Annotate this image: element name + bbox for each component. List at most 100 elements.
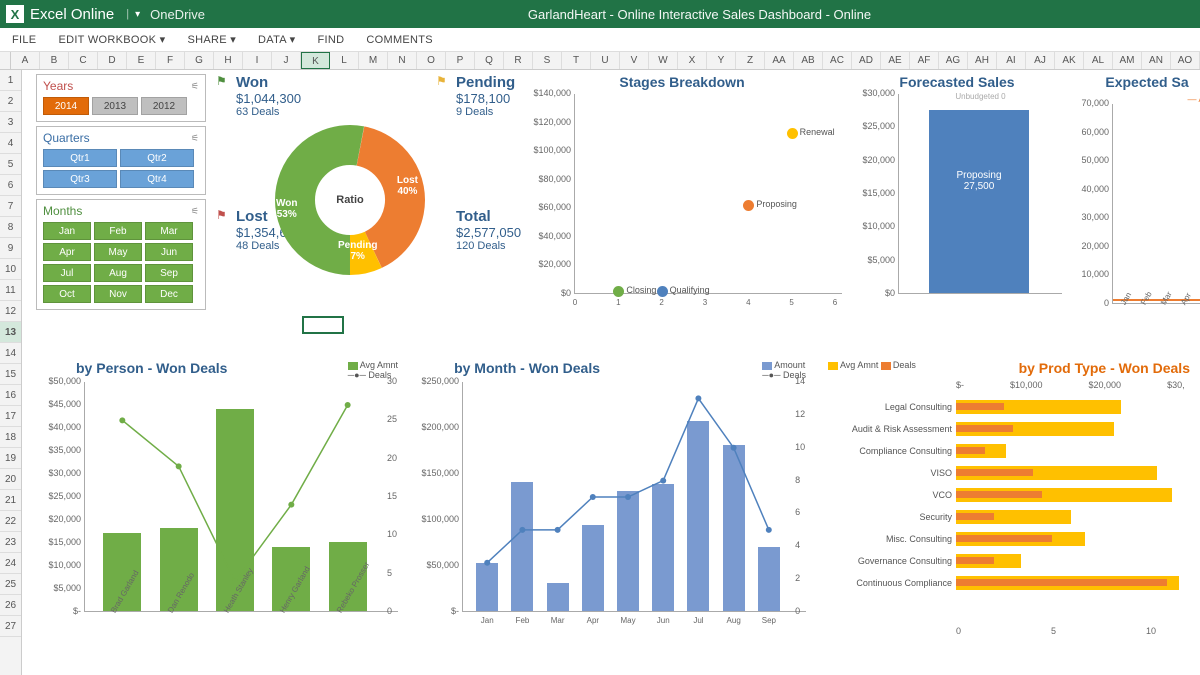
- slicer-item[interactable]: Feb: [94, 222, 142, 240]
- filter-icon[interactable]: ⚟: [191, 133, 199, 144]
- active-cell-selection[interactable]: [302, 316, 344, 334]
- slicer-item[interactable]: Nov: [94, 285, 142, 303]
- column-header[interactable]: M: [359, 52, 388, 69]
- row-header[interactable]: 16: [0, 385, 21, 406]
- row-header[interactable]: 2: [0, 91, 21, 112]
- filter-icon[interactable]: ⚟: [191, 206, 199, 217]
- row-header[interactable]: 8: [0, 217, 21, 238]
- row-header[interactable]: 24: [0, 553, 21, 574]
- column-header[interactable]: AD: [852, 52, 881, 69]
- column-header[interactable]: AC: [823, 52, 852, 69]
- chart-expected-sales[interactable]: Expected Sa — Amou 010,00020,00030,00040…: [1072, 74, 1200, 334]
- row-header[interactable]: 3: [0, 112, 21, 133]
- chart-forecasted-sales[interactable]: Forecasted Sales Unbudgeted 0 Proposing2…: [852, 74, 1062, 334]
- menu-share[interactable]: SHARE ▾: [187, 33, 236, 46]
- slicer-item[interactable]: Aug: [94, 264, 142, 282]
- menu-find[interactable]: FIND: [318, 34, 345, 46]
- column-header[interactable]: AH: [968, 52, 997, 69]
- filter-icon[interactable]: ⚟: [191, 81, 199, 92]
- row-header[interactable]: 12: [0, 301, 21, 322]
- worksheet-canvas[interactable]: Years⚟ 201420132012 Quarters⚟ Qtr1Qtr2Qt…: [22, 70, 1200, 675]
- column-header[interactable]: Y: [707, 52, 736, 69]
- slicer-item[interactable]: Jun: [145, 243, 193, 261]
- menu-edit-workbook[interactable]: EDIT WORKBOOK ▾: [58, 33, 165, 46]
- column-header[interactable]: F: [156, 52, 185, 69]
- row-header[interactable]: 6: [0, 175, 21, 196]
- column-header[interactable]: H: [214, 52, 243, 69]
- menu-file[interactable]: FILE: [12, 34, 36, 46]
- row-header[interactable]: 1: [0, 70, 21, 91]
- row-header[interactable]: 10: [0, 259, 21, 280]
- column-header[interactable]: B: [40, 52, 69, 69]
- row-header[interactable]: 9: [0, 238, 21, 259]
- column-header[interactable]: AE: [881, 52, 910, 69]
- menu-comments[interactable]: COMMENTS: [366, 34, 433, 46]
- chart-by-month[interactable]: by Month - Won Deals Amount─●─ Deals $-$…: [414, 360, 812, 660]
- slicer-item[interactable]: Apr: [43, 243, 91, 261]
- slicer-item[interactable]: May: [94, 243, 142, 261]
- column-header[interactable]: I: [243, 52, 272, 69]
- column-header[interactable]: O: [417, 52, 446, 69]
- row-header[interactable]: 27: [0, 616, 21, 637]
- column-header[interactable]: X: [678, 52, 707, 69]
- column-header[interactable]: N: [388, 52, 417, 69]
- row-header[interactable]: 19: [0, 448, 21, 469]
- column-header[interactable]: G: [185, 52, 214, 69]
- column-header[interactable]: L: [330, 52, 359, 69]
- column-header[interactable]: V: [620, 52, 649, 69]
- chart-stages-breakdown[interactable]: Stages Breakdown $0$20,000$40,000$60,000…: [522, 74, 842, 334]
- row-header[interactable]: 22: [0, 511, 21, 532]
- column-header[interactable]: A: [11, 52, 40, 69]
- row-header[interactable]: 5: [0, 154, 21, 175]
- row-header[interactable]: 23: [0, 532, 21, 553]
- column-header[interactable]: AI: [997, 52, 1026, 69]
- location-breadcrumb[interactable]: OneDrive: [150, 7, 205, 22]
- chart-by-person[interactable]: by Person - Won Deals Avg Amnt─●─ Deals …: [36, 360, 404, 660]
- slicer-item[interactable]: Qtr1: [43, 149, 117, 167]
- column-header[interactable]: K: [301, 52, 330, 69]
- chevron-down-icon[interactable]: ▾: [135, 9, 140, 20]
- column-header[interactable]: T: [562, 52, 591, 69]
- row-header[interactable]: 4: [0, 133, 21, 154]
- row-header[interactable]: 7: [0, 196, 21, 217]
- column-header[interactable]: W: [649, 52, 678, 69]
- row-header[interactable]: 26: [0, 595, 21, 616]
- slicer-item[interactable]: 2014: [43, 97, 89, 115]
- chart-by-prod-type[interactable]: Avg Amnt Deals by Prod Type - Won Deals …: [822, 360, 1200, 660]
- column-header[interactable]: P: [446, 52, 475, 69]
- slicer-item[interactable]: Qtr3: [43, 170, 117, 188]
- select-all-cell[interactable]: [0, 52, 11, 69]
- menu-data[interactable]: DATA ▾: [258, 33, 295, 46]
- column-header[interactable]: U: [591, 52, 620, 69]
- slicer-item[interactable]: Jul: [43, 264, 91, 282]
- column-header[interactable]: J: [272, 52, 301, 69]
- column-header[interactable]: S: [533, 52, 562, 69]
- column-header[interactable]: AK: [1055, 52, 1084, 69]
- column-header[interactable]: AF: [910, 52, 939, 69]
- column-header[interactable]: AN: [1142, 52, 1171, 69]
- slicer-item[interactable]: Sep: [145, 264, 193, 282]
- slicer-item[interactable]: Qtr2: [120, 149, 194, 167]
- column-header[interactable]: AA: [765, 52, 794, 69]
- column-header[interactable]: Q: [475, 52, 504, 69]
- chart-ratio-donut[interactable]: Ratio Won53% Lost40% Pending7%: [270, 120, 430, 280]
- column-header[interactable]: Z: [736, 52, 765, 69]
- column-header[interactable]: AL: [1084, 52, 1113, 69]
- column-header[interactable]: AO: [1171, 52, 1200, 69]
- row-header[interactable]: 14: [0, 343, 21, 364]
- column-header[interactable]: C: [69, 52, 98, 69]
- row-header[interactable]: 13: [0, 322, 21, 343]
- column-header[interactable]: R: [504, 52, 533, 69]
- row-header[interactable]: 17: [0, 406, 21, 427]
- row-header[interactable]: 18: [0, 427, 21, 448]
- slicer-item[interactable]: Oct: [43, 285, 91, 303]
- slicer-item[interactable]: Dec: [145, 285, 193, 303]
- column-header[interactable]: D: [98, 52, 127, 69]
- column-header[interactable]: AM: [1113, 52, 1142, 69]
- row-header[interactable]: 15: [0, 364, 21, 385]
- slicer-item[interactable]: 2012: [141, 97, 187, 115]
- row-header[interactable]: 11: [0, 280, 21, 301]
- row-header[interactable]: 20: [0, 469, 21, 490]
- slicer-item[interactable]: Mar: [145, 222, 193, 240]
- slicer-item[interactable]: Qtr4: [120, 170, 194, 188]
